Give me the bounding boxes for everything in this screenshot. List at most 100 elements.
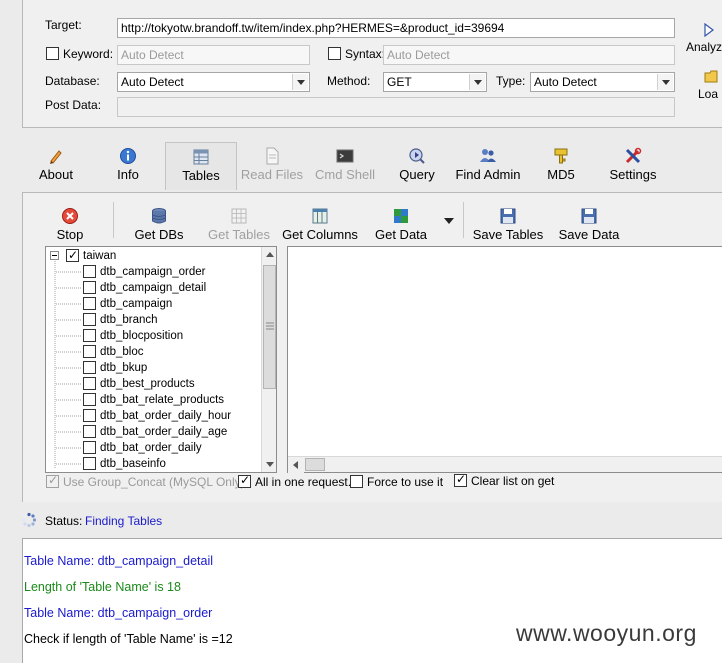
tree-item-checkbox[interactable] — [83, 265, 96, 278]
get-tables-label: Get Tables — [208, 227, 270, 242]
group-concat-checkbox[interactable] — [46, 473, 59, 488]
tree-item-checkbox[interactable] — [83, 313, 96, 326]
chevron-up-icon — [266, 252, 274, 257]
database-select-value: Auto Detect — [121, 75, 184, 89]
tree-item-checkbox[interactable] — [83, 457, 96, 470]
tree-item-label: dtb_blocposition — [100, 330, 184, 342]
tree-item-checkbox[interactable] — [83, 377, 96, 390]
stop-button[interactable]: Stop — [52, 202, 88, 250]
columns-icon — [312, 208, 328, 224]
main-toolbar: About Info Tables Read Files Cmd Shell Q… — [22, 142, 722, 192]
method-select-value: GET — [387, 75, 412, 89]
tree-item-checkbox[interactable] — [83, 361, 96, 374]
force-checkbox[interactable] — [350, 475, 363, 488]
tree-item-label: dtb_campaign_order — [100, 266, 206, 278]
grip-icon — [266, 322, 274, 330]
postdata-label: Post Data: — [45, 98, 102, 112]
status-label: Status: — [45, 514, 83, 528]
tree-item-label: dtb_baseinfo — [100, 458, 166, 470]
tree-item-label: dtb_bkup — [100, 362, 148, 374]
tree-item-label: dtb_bat_order_daily — [100, 442, 202, 454]
find-admin-label: Find Admin — [455, 167, 521, 182]
info-icon — [120, 148, 136, 164]
grid-icon — [231, 208, 247, 224]
find-admin-button[interactable]: Find Admin — [452, 142, 524, 190]
tree-item-label: dtb_bat_order_daily_hour — [100, 410, 232, 422]
database-select[interactable]: Auto Detect — [117, 72, 310, 92]
scroll-left-button[interactable] — [288, 457, 304, 473]
read-files-button[interactable]: Read Files — [240, 142, 304, 190]
grid-horizontal-scrollbar[interactable] — [288, 456, 722, 473]
get-data-button[interactable]: Get Data — [370, 202, 432, 250]
chevron-left-icon — [293, 461, 298, 469]
target-url-input[interactable]: http://tokyotw.brandoff.tw/item/index.ph… — [117, 18, 675, 38]
get-columns-button[interactable]: Get Columns — [282, 202, 358, 250]
tree-item-label: dtb_campaign — [100, 298, 173, 310]
dropdown-arrow-icon[interactable] — [444, 218, 454, 224]
get-columns-label: Get Columns — [282, 227, 358, 242]
syntax-input[interactable]: Auto Detect — [383, 45, 675, 65]
play-icon — [704, 23, 714, 37]
tree-item-label: dtb_bat_relate_products — [100, 394, 225, 406]
all-in-one-label: All in one request. — [255, 475, 352, 489]
analyze-button[interactable]: Analyz — [684, 20, 722, 56]
postdata-input[interactable] — [117, 97, 675, 117]
keyword-checkbox[interactable] — [46, 47, 59, 60]
folder-icon — [704, 70, 718, 83]
database-label: Database: — [45, 74, 100, 88]
about-button[interactable]: About — [34, 142, 78, 190]
save-data-button[interactable]: Save Data — [558, 202, 620, 250]
log-line: Table Name: dtb_campaign_detail — [24, 554, 214, 568]
tree-item-checkbox[interactable] — [83, 393, 96, 406]
save-icon — [500, 208, 516, 224]
type-select-value: Auto Detect — [534, 75, 597, 89]
get-tables-button[interactable]: Get Tables — [205, 202, 273, 250]
tree-item-checkbox[interactable] — [83, 425, 96, 438]
scroll-up-button[interactable] — [262, 247, 276, 263]
method-label: Method: — [327, 74, 371, 88]
tree-vertical-scrollbar[interactable] — [261, 247, 276, 472]
keyword-input[interactable]: Auto Detect — [117, 45, 310, 65]
tree-root-label: taiwan — [83, 250, 117, 262]
save-tables-button[interactable]: Save Tables — [472, 202, 544, 250]
settings-button[interactable]: Settings — [606, 142, 660, 190]
data-grid[interactable] — [287, 246, 722, 473]
tree-item-checkbox[interactable] — [83, 329, 96, 342]
stop-label: Stop — [56, 227, 84, 242]
settings-label: Settings — [609, 167, 657, 182]
log-line: Length of 'Table Name' is 18 — [24, 580, 181, 594]
method-select[interactable]: GET — [383, 72, 487, 92]
info-button[interactable]: Info — [106, 142, 150, 190]
clear-list-label: Clear list on get — [471, 474, 555, 488]
tree-root-checkbox[interactable] — [66, 247, 79, 263]
scroll-thumb[interactable] — [263, 265, 276, 389]
users-icon — [480, 149, 496, 162]
chevron-down-icon — [266, 462, 274, 467]
table-tree[interactable]: taiwan dtb_campaign_order dtb_campaign_de… — [45, 246, 277, 473]
tab-tables[interactable]: Tables — [165, 142, 237, 190]
cmd-shell-button[interactable]: Cmd Shell — [312, 142, 378, 190]
tree-item-checkbox[interactable] — [83, 297, 96, 310]
scroll-down-button[interactable] — [262, 456, 276, 472]
tree-item-checkbox[interactable] — [83, 409, 96, 422]
type-select[interactable]: Auto Detect — [530, 72, 675, 92]
load-label: Loa — [698, 87, 719, 101]
syntax-checkbox[interactable] — [328, 47, 341, 60]
tree-item-checkbox[interactable] — [83, 281, 96, 294]
load-button[interactable]: Loa — [696, 68, 722, 104]
query-button[interactable]: Query — [394, 142, 440, 190]
clear-list-checkbox[interactable] — [454, 472, 467, 487]
tree-item-checkbox[interactable] — [83, 345, 96, 358]
tree-item-label: dtb_bat_order_daily_age — [100, 426, 228, 438]
chevron-down-icon — [657, 74, 673, 90]
collapse-toggle-icon[interactable] — [50, 251, 59, 260]
get-dbs-button[interactable]: Get DBs — [130, 202, 188, 250]
query-icon — [409, 148, 425, 164]
read-files-label: Read Files — [240, 167, 304, 182]
status-value: Finding Tables — [85, 514, 163, 528]
md5-button[interactable]: MD5 — [538, 142, 584, 190]
all-in-one-checkbox[interactable] — [238, 473, 251, 488]
tree-item-checkbox[interactable] — [83, 441, 96, 454]
scroll-thumb[interactable] — [305, 458, 325, 471]
tables-label: Tables — [182, 168, 220, 183]
